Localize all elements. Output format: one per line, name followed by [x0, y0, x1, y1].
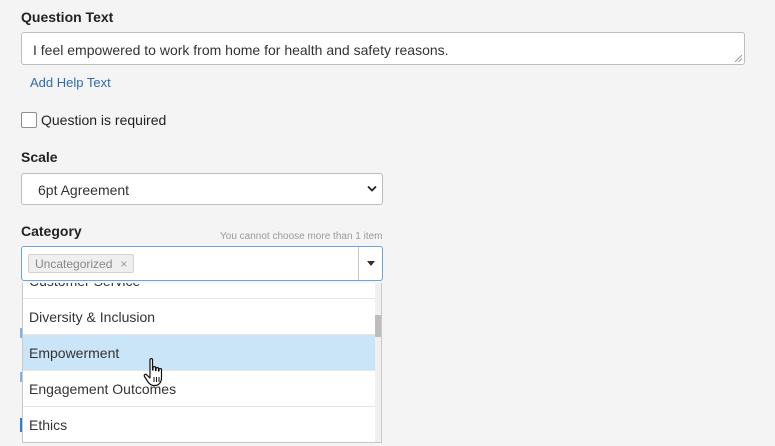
add-help-text-link[interactable]: Add Help Text — [30, 75, 111, 90]
hidden-checkbox-edge — [20, 418, 22, 432]
category-option-customer-service[interactable]: Customer Service — [23, 283, 376, 299]
question-text-value: I feel empowered to work from home for h… — [33, 42, 449, 58]
category-tag-label: Uncategorized — [35, 257, 113, 271]
required-checkbox[interactable] — [21, 112, 37, 128]
scale-select[interactable]: 6pt Agreement — [21, 173, 383, 205]
chevron-down-icon — [367, 185, 377, 192]
category-tag: Uncategorized × — [28, 254, 135, 273]
category-option-ethics[interactable]: Ethics — [23, 407, 376, 442]
hidden-control-edge — [20, 372, 22, 382]
category-multiselect[interactable]: Uncategorized × — [21, 246, 383, 281]
category-label: Category — [21, 223, 82, 239]
category-option-engagement-outcomes[interactable]: Engagement Outcomes — [23, 371, 376, 407]
category-option-empowerment[interactable]: Empowerment — [23, 335, 376, 371]
category-dropdown-list[interactable]: Customer Service Diversity & Inclusion E… — [22, 283, 382, 443]
caret-down-icon — [367, 261, 375, 266]
question-text-label: Question Text — [21, 9, 114, 25]
hidden-control-edge — [20, 328, 22, 338]
category-option-diversity-inclusion[interactable]: Diversity & Inclusion — [23, 299, 376, 335]
scale-selected-value: 6pt Agreement — [38, 182, 130, 198]
dropdown-scroll-thumb[interactable] — [375, 315, 381, 337]
dropdown-scrollbar[interactable] — [375, 283, 381, 442]
category-limit-hint: You cannot choose more than 1 item — [220, 231, 383, 242]
question-text-input[interactable]: I feel empowered to work from home for h… — [21, 32, 745, 65]
required-label[interactable]: Question is required — [41, 112, 166, 128]
tag-remove-button[interactable]: × — [120, 257, 127, 271]
category-dropdown-toggle[interactable] — [359, 247, 383, 280]
scale-label: Scale — [21, 149, 58, 165]
resize-grip-icon[interactable] — [734, 54, 742, 62]
